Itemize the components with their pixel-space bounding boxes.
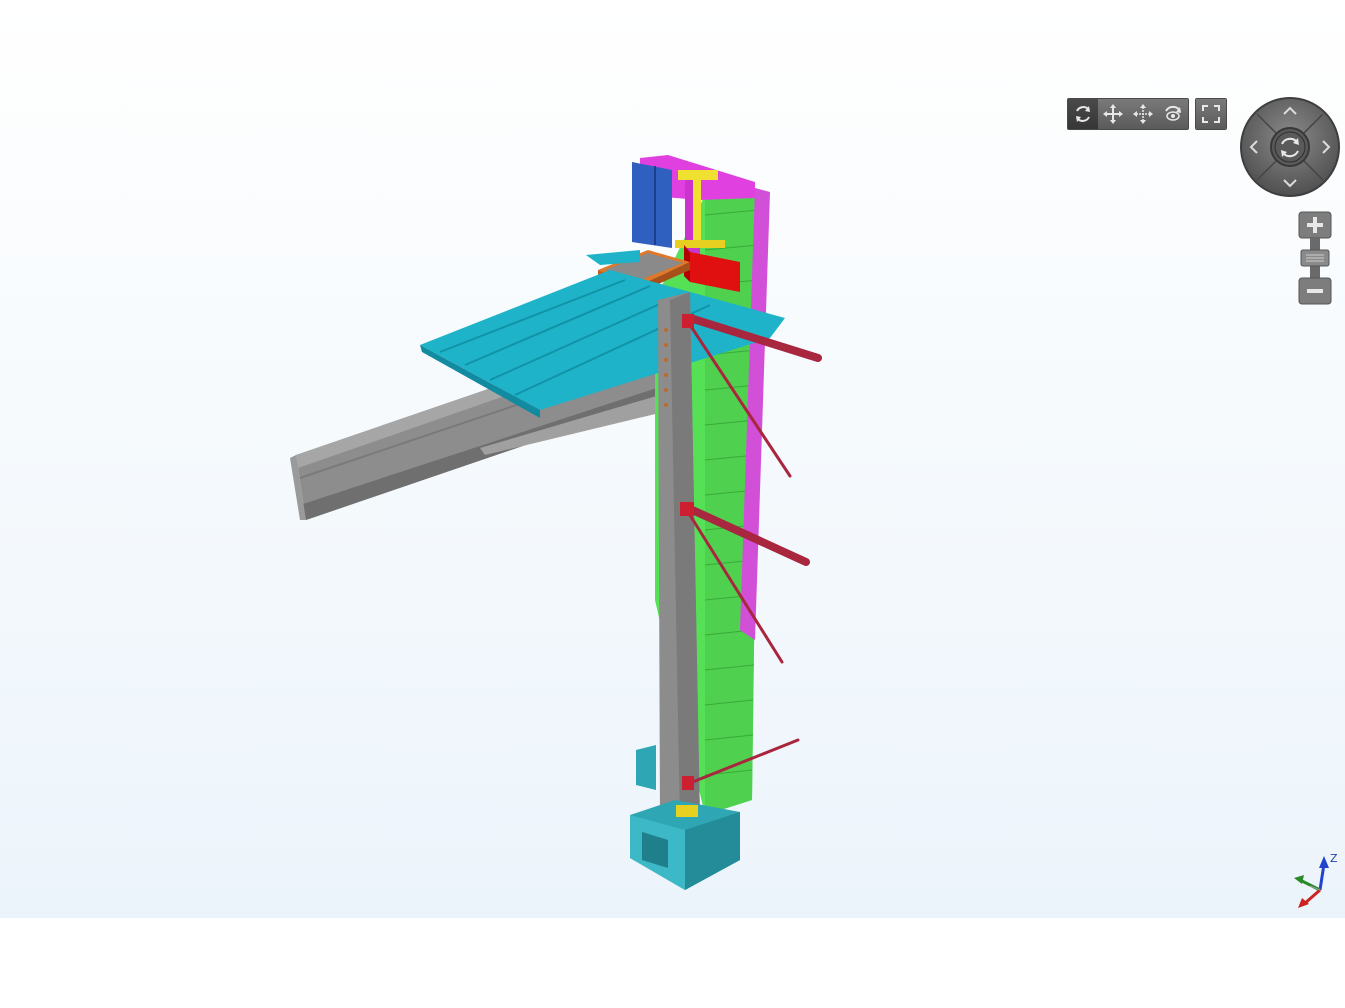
orbit-icon [1076, 106, 1090, 122]
fullscreen-tool-group [1195, 98, 1227, 130]
rotate-center-icon[interactable] [1270, 127, 1310, 167]
blue-panel[interactable] [632, 162, 672, 248]
move-icon [1133, 104, 1153, 124]
navigation-tool-group [1067, 98, 1189, 130]
zoom-out-icon[interactable] [1307, 289, 1323, 293]
axis-triad: Z [1294, 852, 1338, 908]
move-button[interactable] [1128, 99, 1158, 129]
pan-button[interactable] [1098, 99, 1128, 129]
axis-z-label: Z [1330, 852, 1338, 865]
structural-model[interactable] [0, 0, 1345, 918]
zoom-slider[interactable] [1298, 211, 1332, 305]
orbit-button[interactable] [1068, 99, 1098, 129]
look-around-icon [1165, 105, 1181, 121]
3d-viewport[interactable]: Z [0, 0, 1345, 918]
fullscreen-icon [1202, 105, 1220, 123]
fullscreen-button[interactable] [1196, 99, 1226, 129]
pan-icon [1103, 104, 1123, 124]
navigation-wheel[interactable] [1239, 96, 1341, 198]
view-toolbar [1067, 98, 1227, 130]
look-around-button[interactable] [1158, 99, 1188, 129]
